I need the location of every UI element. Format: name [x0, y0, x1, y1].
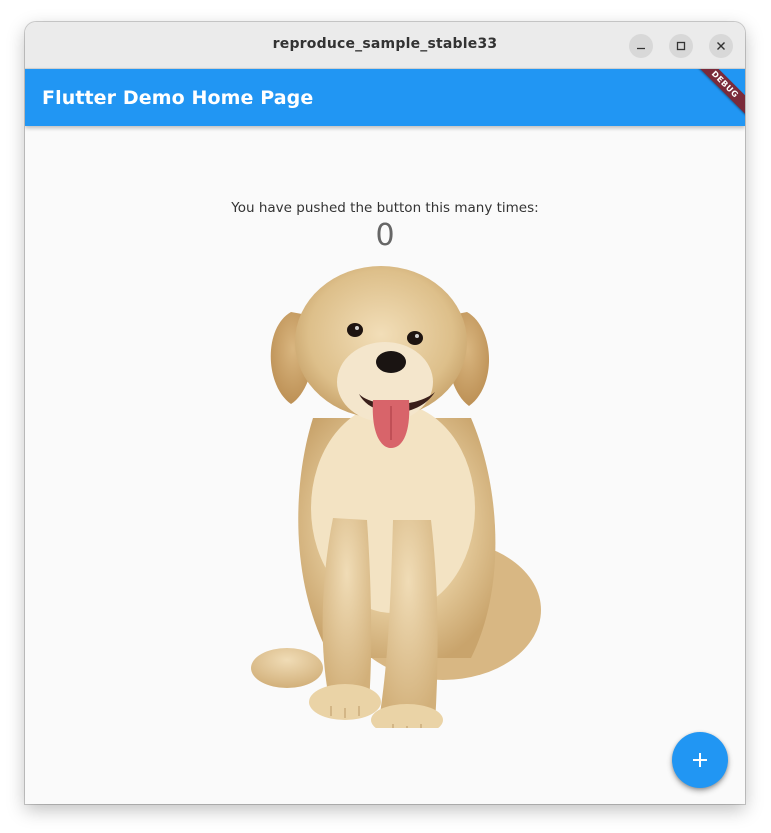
maximize-button[interactable] [669, 34, 693, 58]
close-button[interactable] [709, 34, 733, 58]
title-bar[interactable]: reproduce_sample_stable33 [25, 22, 745, 69]
app-window: reproduce_sample_stable33 Flutter Demo H… [25, 22, 745, 804]
increment-fab[interactable] [672, 732, 728, 788]
minimize-button[interactable] [629, 34, 653, 58]
minimize-icon [637, 47, 645, 50]
debug-banner: DEBUG [686, 69, 745, 124]
app-bar: Flutter Demo Home Page DEBUG [25, 69, 745, 126]
close-icon [717, 42, 725, 50]
add-icon [693, 753, 707, 767]
counter-value: 0 [375, 218, 395, 253]
puppy-image [251, 266, 541, 728]
app-bar-title: Flutter Demo Home Page [42, 87, 314, 109]
maximize-icon [676, 41, 686, 51]
counter-caption: You have pushed the button this many tim… [231, 200, 539, 216]
